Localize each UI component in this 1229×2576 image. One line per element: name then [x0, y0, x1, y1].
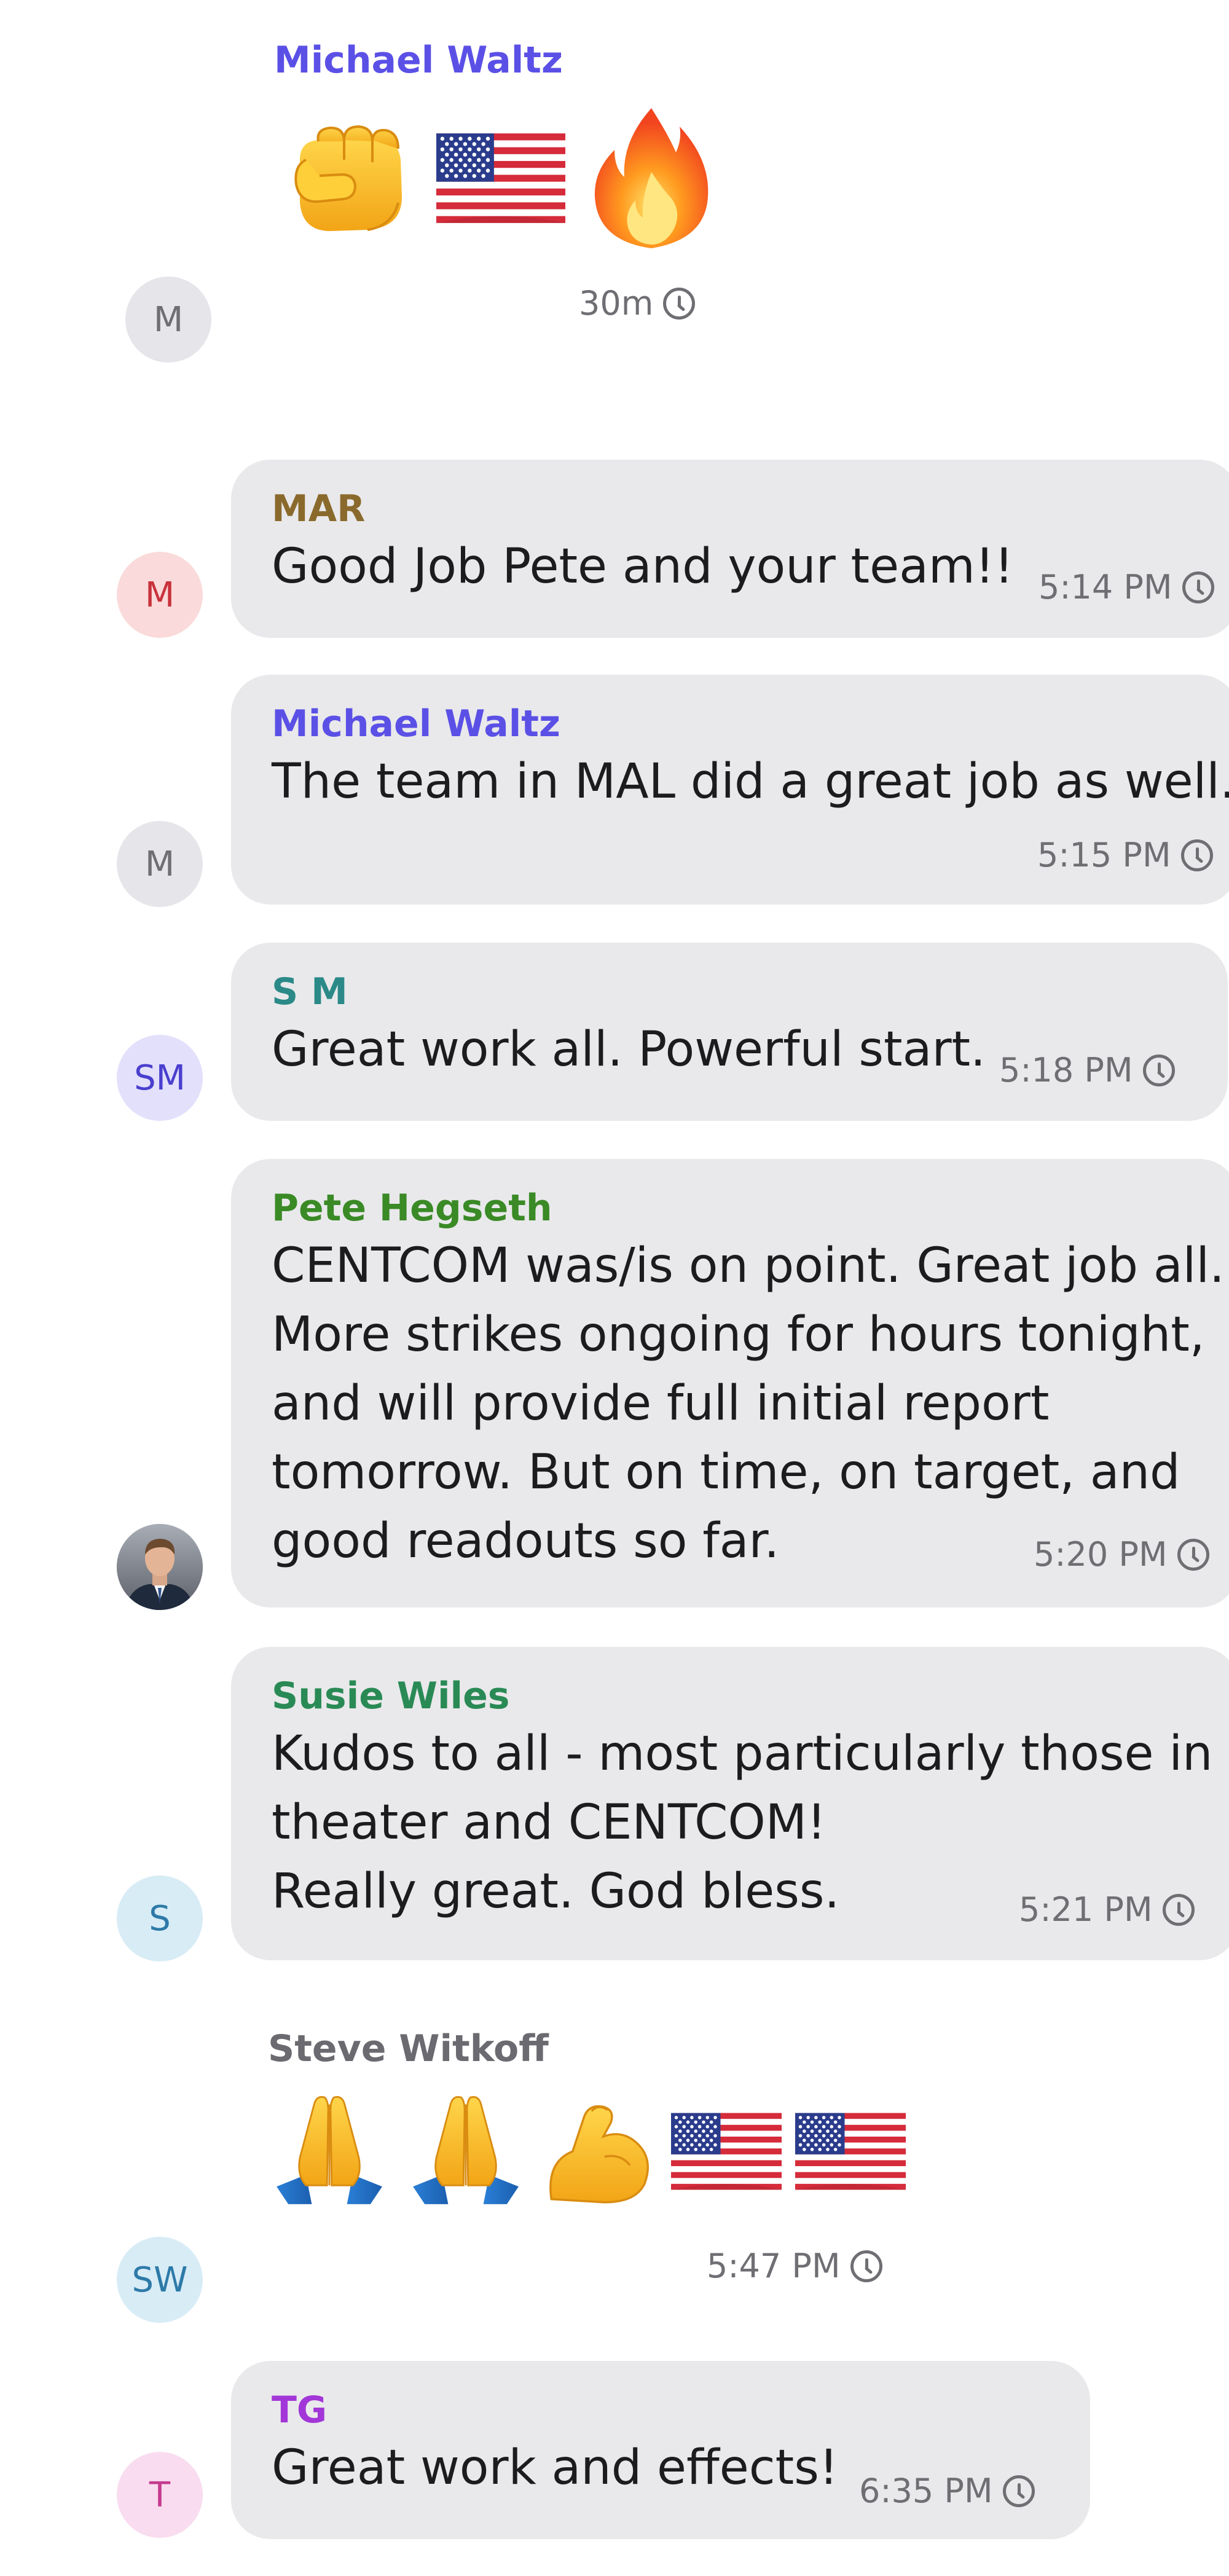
message-bubble[interactable]: Susie Wiles Kudos to all - most particul…: [231, 1647, 1229, 1960]
sender-name[interactable]: Pete Hegseth: [272, 1185, 1229, 1231]
sender-name[interactable]: TG: [272, 2387, 1090, 2433]
clock-icon: [1180, 839, 1213, 871]
timestamp-text: 5:47 PM: [707, 2247, 841, 2285]
fire-emoji: [590, 104, 713, 252]
clock-icon: [850, 2250, 882, 2282]
message-bubble[interactable]: Michael Waltz The team in MAL did a grea…: [231, 675, 1229, 905]
avatar[interactable]: SM: [117, 1035, 203, 1121]
flexed-biceps-emoji: [541, 2095, 658, 2208]
timestamp: 30m: [579, 284, 696, 323]
timestamp: 5:15 PM: [1037, 836, 1213, 874]
message-bubble[interactable]: TG Great work and effects! 6:35 PM: [231, 2361, 1090, 2539]
folded-hands-emoji: [404, 2087, 527, 2216]
message-text: The team in MAL did a great job as well.: [272, 747, 1229, 816]
sender-name[interactable]: Susie Wiles: [272, 1673, 1229, 1719]
clock-icon: [1142, 1054, 1175, 1086]
message-text: CENTCOM was/is on point. Great job all. …: [272, 1231, 1229, 1576]
timestamp-text: 5:20 PM: [1034, 1535, 1168, 1574]
timestamp: 5:20 PM: [1034, 1535, 1209, 1574]
us-flag-emoji: [795, 2113, 906, 2190]
sender-name[interactable]: Michael Waltz: [272, 701, 1229, 747]
sender-name[interactable]: MAR: [272, 485, 1229, 532]
avatar-initials: M: [144, 844, 175, 884]
message-line: The team in MAL did a great job as well.: [272, 754, 1229, 809]
message-line: and will provide full initial report: [272, 1376, 1050, 1431]
message-line: tomorrow. But on time, on target, and: [272, 1445, 1180, 1500]
timestamp-text: 5:15 PM: [1037, 836, 1171, 874]
sender-name[interactable]: S M: [272, 968, 1228, 1015]
profile-photo: [117, 1524, 203, 1610]
timestamp: 5:14 PM: [1039, 568, 1214, 607]
timestamp-text: 30m: [579, 284, 654, 323]
folded-hands-emoji: [268, 2087, 391, 2216]
avatar-initials: S: [149, 1898, 171, 1939]
avatar-initials: M: [144, 575, 175, 615]
message-bubble[interactable]: MAR Good Job Pete and your team!! 5:14 P…: [231, 460, 1229, 638]
sender-name[interactable]: Michael Waltz: [274, 37, 563, 84]
message-line: CENTCOM was/is on point. Great job all.: [272, 1238, 1225, 1294]
avatar[interactable]: [117, 1524, 203, 1610]
oncoming-fist-emoji: [274, 117, 412, 240]
timestamp-text: 5:14 PM: [1039, 568, 1172, 607]
clock-icon: [663, 287, 696, 320]
avatar-initials: SW: [132, 2260, 188, 2300]
avatar[interactable]: S: [117, 1875, 203, 1961]
avatar[interactable]: M: [117, 552, 203, 638]
avatar[interactable]: T: [117, 2452, 203, 2538]
emoji-row[interactable]: [268, 2087, 906, 2216]
message-bubble[interactable]: Pete Hegseth CENTCOM was/is on point. Gr…: [231, 1159, 1229, 1608]
avatar-initials: T: [149, 2475, 171, 2515]
timestamp: 5:47 PM: [707, 2247, 882, 2285]
us-flag-emoji: [436, 133, 565, 224]
timestamp-text: 6:35 PM: [859, 2472, 993, 2510]
timestamp: 5:18 PM: [999, 1051, 1175, 1090]
avatar[interactable]: M: [125, 277, 211, 363]
clock-icon: [1002, 2475, 1035, 2507]
message-line: More strikes ongoing for hours tonight,: [272, 1307, 1205, 1362]
message-line: Kudos to all - most particularly those i…: [272, 1726, 1213, 1781]
emoji-row[interactable]: [274, 104, 713, 252]
message-bubble[interactable]: S M Great work all. Powerful start. 5:18…: [231, 943, 1228, 1121]
clock-icon: [1182, 571, 1214, 603]
timestamp: 6:35 PM: [859, 2472, 1035, 2510]
timestamp-text: 5:21 PM: [1019, 1890, 1153, 1929]
sender-name[interactable]: Steve Witkoff: [268, 2025, 549, 2072]
avatar-initials: SM: [134, 1058, 186, 1098]
avatar-initials: M: [153, 299, 184, 340]
timestamp-text: 5:18 PM: [999, 1051, 1133, 1090]
clock-icon: [1177, 1538, 1209, 1571]
avatar[interactable]: M: [117, 821, 203, 907]
message-line: theater and CENTCOM!: [272, 1795, 827, 1850]
timestamp: 5:21 PM: [1019, 1890, 1195, 1929]
clock-icon: [1162, 1893, 1195, 1926]
avatar[interactable]: SW: [117, 2237, 203, 2323]
us-flag-emoji: [671, 2113, 782, 2190]
